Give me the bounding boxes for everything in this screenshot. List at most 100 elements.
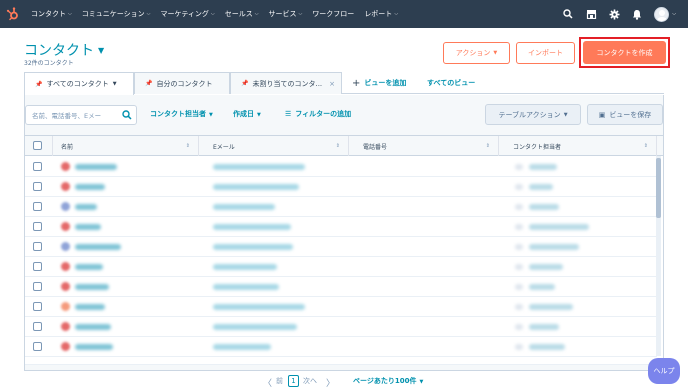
nav-item-contacts[interactable]: コンタクト ⌵ bbox=[26, 0, 77, 28]
redacted-name[interactable] bbox=[75, 344, 113, 350]
row-checkbox[interactable] bbox=[33, 322, 42, 331]
title-dropdown-icon[interactable]: ▼ bbox=[98, 46, 104, 55]
row-checkbox[interactable] bbox=[33, 262, 42, 271]
column-header-phone[interactable]: 電話番号 ⇕ bbox=[349, 136, 499, 156]
row-checkbox[interactable] bbox=[33, 182, 42, 191]
hubspot-logo-icon[interactable] bbox=[0, 0, 26, 28]
table-row[interactable] bbox=[25, 317, 657, 337]
row-checkbox[interactable] bbox=[33, 242, 42, 251]
row-checkbox[interactable] bbox=[33, 302, 42, 311]
per-page-selector[interactable]: ページあたり100件 ▼ bbox=[353, 376, 423, 386]
redacted-name[interactable] bbox=[75, 304, 105, 310]
add-filter-link[interactable]: ☰ フィルターの追加 bbox=[285, 109, 351, 119]
redacted-email bbox=[213, 344, 271, 350]
help-button[interactable]: ヘルプ bbox=[648, 358, 680, 384]
table-row[interactable] bbox=[25, 197, 657, 217]
close-icon[interactable]: × bbox=[329, 80, 335, 88]
tab-my-contacts[interactable]: 📌 自分のコンタクト bbox=[134, 72, 230, 94]
record-count: 32件のコンタクト bbox=[24, 60, 74, 67]
row-checkbox[interactable] bbox=[33, 202, 42, 211]
owner-avatar bbox=[515, 224, 523, 230]
table-row[interactable] bbox=[25, 297, 657, 317]
table-row[interactable] bbox=[25, 177, 657, 197]
next-page-label[interactable]: 次へ bbox=[303, 376, 317, 386]
row-checkbox[interactable] bbox=[33, 342, 42, 351]
prev-page-label[interactable]: 前 bbox=[276, 376, 283, 386]
row-checkbox[interactable] bbox=[33, 282, 42, 291]
horizontal-scrollbar[interactable] bbox=[25, 364, 663, 370]
contact-avatar bbox=[61, 342, 70, 351]
contacts-table: 名前 ⇕ Eメール ⇕ 電話番号 ⇕ コンタクト担当者 ⇕ bbox=[24, 135, 664, 371]
contact-owner-filter[interactable]: コンタクト担当者 ▼ bbox=[150, 109, 213, 119]
redacted-owner bbox=[529, 344, 565, 350]
redacted-name[interactable] bbox=[75, 184, 105, 190]
nav-item-workflows[interactable]: ワークフロー bbox=[307, 0, 359, 28]
sort-icon[interactable]: ⇕ bbox=[336, 143, 340, 149]
nav-item-service[interactable]: サービス ⌵ bbox=[264, 0, 308, 28]
redacted-owner bbox=[529, 224, 589, 230]
pin-icon: 📌 bbox=[241, 80, 249, 87]
owner-avatar bbox=[515, 244, 523, 250]
import-button[interactable]: インポート bbox=[516, 42, 575, 64]
owner-avatar bbox=[515, 284, 523, 290]
chevron-down-icon[interactable]: ⌵ bbox=[672, 11, 676, 17]
redacted-name[interactable] bbox=[75, 284, 109, 290]
tab-all-contacts[interactable]: 📌 すべてのコンタクト ▼ bbox=[24, 72, 134, 95]
row-checkbox[interactable] bbox=[33, 162, 42, 171]
table-row[interactable] bbox=[25, 277, 657, 297]
tab-unassigned-contacts[interactable]: 📌 未割り当てのコンタ... × bbox=[230, 72, 342, 94]
all-views-link[interactable]: すべてのビュー bbox=[427, 72, 475, 94]
column-header-email[interactable]: Eメール ⇕ bbox=[199, 136, 349, 156]
table-actions-button[interactable]: テーブルアクション ▼ bbox=[485, 104, 581, 125]
table-row[interactable] bbox=[25, 237, 657, 257]
redacted-email bbox=[213, 184, 299, 190]
column-header-name[interactable]: 名前 ⇕ bbox=[53, 136, 199, 156]
redacted-name[interactable] bbox=[75, 244, 121, 250]
page-title[interactable]: コンタクト ▼ bbox=[24, 40, 104, 60]
row-checkbox[interactable] bbox=[33, 222, 42, 231]
redacted-owner bbox=[529, 204, 559, 210]
search-icon[interactable] bbox=[122, 110, 132, 122]
redacted-name[interactable] bbox=[75, 164, 117, 170]
owner-avatar bbox=[515, 164, 523, 170]
owner-avatar bbox=[515, 184, 523, 190]
next-page-button[interactable]: 〉 bbox=[326, 376, 335, 389]
redacted-name[interactable] bbox=[75, 324, 111, 330]
sort-icon[interactable]: ⇕ bbox=[644, 143, 648, 149]
contact-avatar bbox=[61, 242, 70, 251]
table-row[interactable] bbox=[25, 257, 657, 277]
nav-item-sales[interactable]: セールス ⌵ bbox=[220, 0, 264, 28]
sort-icon[interactable]: ⇕ bbox=[186, 143, 190, 149]
nav-item-conversations[interactable]: コミュニケーション ⌵ bbox=[77, 0, 156, 28]
current-page[interactable]: 1 bbox=[288, 375, 299, 387]
redacted-name[interactable] bbox=[75, 264, 103, 270]
user-avatar[interactable] bbox=[654, 6, 670, 22]
redacted-owner bbox=[529, 164, 557, 170]
contact-avatar bbox=[61, 182, 70, 191]
marketplace-icon[interactable] bbox=[585, 8, 597, 20]
redacted-name[interactable] bbox=[75, 224, 101, 230]
column-header-owner[interactable]: コンタクト担当者 ⇕ bbox=[499, 136, 657, 156]
add-view-link[interactable]: + ビューを追加 bbox=[352, 72, 406, 94]
contact-avatar bbox=[61, 322, 70, 331]
nav-item-reports[interactable]: レポート ⌵ bbox=[359, 0, 403, 28]
prev-page-button[interactable]: 〈 bbox=[263, 376, 272, 389]
table-row[interactable] bbox=[25, 157, 657, 177]
search-input[interactable]: 名前、電話番号、Eメー bbox=[25, 105, 137, 125]
search-icon[interactable] bbox=[562, 8, 574, 20]
gear-icon[interactable] bbox=[608, 8, 620, 20]
actions-button[interactable]: アクション ▼ bbox=[443, 42, 510, 64]
save-icon: ▣ bbox=[598, 110, 606, 119]
pin-icon: 📌 bbox=[145, 80, 153, 87]
redacted-email bbox=[213, 284, 279, 290]
redacted-name[interactable] bbox=[75, 204, 97, 210]
vertical-scrollbar[interactable] bbox=[656, 156, 661, 356]
table-row[interactable] bbox=[25, 337, 657, 357]
nav-item-marketing[interactable]: マーケティング ⌵ bbox=[155, 0, 219, 28]
select-all-checkbox[interactable] bbox=[33, 141, 42, 150]
sort-icon[interactable]: ⇕ bbox=[486, 143, 490, 149]
create-date-filter[interactable]: 作成日 ▼ bbox=[233, 109, 261, 119]
table-row[interactable] bbox=[25, 217, 657, 237]
save-view-button[interactable]: ▣ ビューを保存 bbox=[587, 104, 663, 125]
bell-icon[interactable] bbox=[631, 8, 643, 20]
